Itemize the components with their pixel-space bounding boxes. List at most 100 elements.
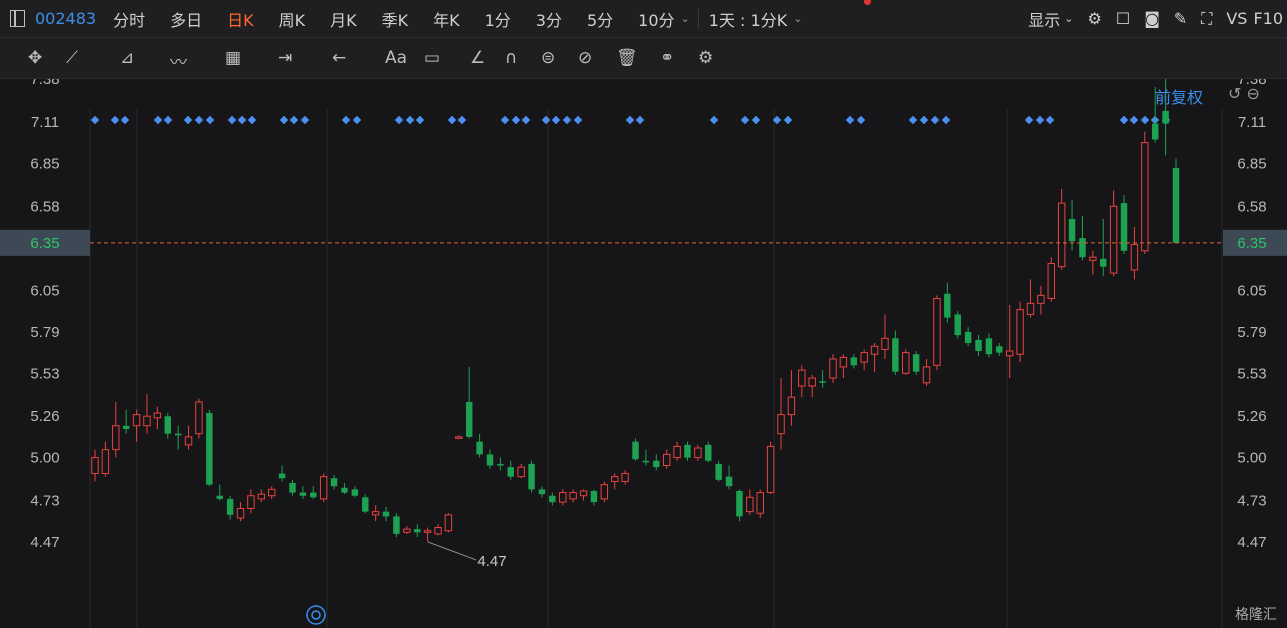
- candle-up: [787, 396, 796, 416]
- tab-fenshi[interactable]: 分时: [113, 7, 145, 31]
- wave-tool-icon[interactable]: 〰: [170, 48, 187, 73]
- candle-down: [1151, 123, 1159, 140]
- candle-down: [393, 516, 400, 534]
- candle-down: [206, 413, 213, 485]
- y-tick-label-left: 7.38: [30, 79, 59, 88]
- candle-down: [382, 511, 390, 517]
- undo-zoom-icons[interactable]: ↺ ⊖: [1228, 84, 1260, 103]
- layout-square-icon[interactable]: ☐: [1116, 9, 1130, 28]
- candle-up: [247, 495, 255, 509]
- tab-5min[interactable]: 5分: [587, 7, 613, 31]
- candle-up: [195, 401, 203, 435]
- candle-down: [216, 495, 223, 499]
- candle-down: [362, 497, 369, 512]
- candle-down: [278, 473, 286, 479]
- candle-up: [839, 356, 848, 368]
- fullscreen-icon[interactable]: ⛶: [1201, 9, 1212, 29]
- candle-down: [289, 483, 296, 493]
- candle-down: [653, 460, 660, 468]
- candle-down: [1079, 238, 1086, 258]
- comment-icon[interactable]: ▭: [424, 48, 440, 68]
- move-cross-icon[interactable]: ✥: [28, 48, 42, 68]
- candle-up: [766, 445, 775, 494]
- candle-up: [1057, 202, 1066, 268]
- y-tick-label-left: 5.53: [30, 365, 59, 382]
- text-tool-icon[interactable]: Aa: [385, 48, 407, 68]
- tab-day-k[interactable]: 日K: [227, 7, 254, 31]
- stock-code[interactable]: 002483: [35, 9, 96, 28]
- candle-down: [351, 489, 359, 496]
- adjust-mode[interactable]: 前复权: [1155, 84, 1203, 108]
- magnet-icon[interactable]: ∩: [505, 48, 517, 68]
- channel-tool-icon[interactable]: ⊿: [120, 48, 134, 68]
- candle-up: [1141, 142, 1149, 252]
- tab-duori[interactable]: 多日: [170, 7, 202, 31]
- trash-icon[interactable]: 🗑: [616, 48, 638, 68]
- arrow-tool-icon[interactable]: ←: [332, 48, 346, 68]
- range-tool-icon[interactable]: ⇥: [278, 48, 292, 68]
- candle-down: [310, 492, 317, 498]
- candle-up: [1130, 243, 1139, 271]
- pencil-icon[interactable]: ✎: [1174, 9, 1187, 28]
- candle-down: [507, 467, 514, 477]
- candle-down: [684, 444, 691, 458]
- lock-icon[interactable]: ⊜: [541, 48, 555, 68]
- candle-down: [341, 487, 348, 493]
- candle-down: [299, 492, 307, 496]
- candle-up: [559, 492, 567, 503]
- candle-up: [870, 345, 879, 355]
- candle-up: [403, 528, 411, 533]
- tab-1min[interactable]: 1分: [485, 7, 511, 31]
- tab-year-k[interactable]: 年K: [433, 7, 460, 31]
- gear-icon[interactable]: ⚙: [1088, 9, 1102, 28]
- candle-up: [132, 414, 141, 427]
- y-tick-label-left: 5.79: [30, 324, 59, 341]
- candle-up: [517, 466, 525, 478]
- candlestick-chart[interactable]: 7.38 7.387.11 7.116.85 6.856.58 6.586.05 6.05…: [0, 79, 1287, 628]
- candle-up: [777, 414, 785, 435]
- y-tick-label-left: 4.47: [30, 534, 59, 551]
- candle-down: [819, 381, 826, 383]
- f10-button[interactable]: F10: [1253, 9, 1283, 28]
- candle-down: [549, 495, 556, 503]
- vs-button[interactable]: VS: [1226, 9, 1247, 28]
- tab-10min[interactable]: 10分: [638, 7, 674, 31]
- y-tick-label-right: 4.73: [1237, 493, 1266, 510]
- tab-month-k[interactable]: 月K: [330, 7, 357, 31]
- candle-up: [1005, 350, 1014, 357]
- chevron-down-icon[interactable]: ⌄: [681, 12, 690, 25]
- candle-up: [579, 490, 588, 497]
- line-tool-icon[interactable]: ⟋: [66, 48, 78, 68]
- overlay-icon[interactable]: ⚭: [660, 48, 674, 68]
- candle-down: [1120, 203, 1128, 251]
- candle-down: [497, 463, 504, 466]
- candle-down: [1100, 258, 1107, 267]
- tab-quarter-k[interactable]: 季K: [382, 7, 409, 31]
- candle-down: [226, 498, 234, 515]
- y-tick-label-right: 5.00: [1237, 450, 1266, 467]
- y-tick-label-left: 7.11: [31, 114, 59, 131]
- y-tick-label-left: 6.05: [30, 283, 59, 300]
- fib-tool-icon[interactable]: ▦: [225, 48, 241, 68]
- candle-up: [902, 352, 910, 374]
- multi-period-select[interactable]: 1天 : 1分K: [709, 7, 787, 31]
- candle-down: [538, 489, 546, 495]
- tab-3min[interactable]: 3分: [536, 7, 562, 31]
- display-menu[interactable]: 显示: [1028, 7, 1060, 31]
- candle-down: [736, 490, 743, 517]
- camera-icon[interactable]: ◙: [1144, 9, 1160, 28]
- settings-icon[interactable]: ⚙: [698, 48, 713, 68]
- tab-week-k[interactable]: 周K: [279, 7, 306, 31]
- hide-icon[interactable]: ⊘: [578, 48, 592, 68]
- sidebar-toggle-icon[interactable]: [10, 10, 25, 27]
- y-tick-label-right: 5.26: [1237, 408, 1266, 425]
- candle-up: [112, 425, 120, 451]
- candle-up: [600, 484, 609, 500]
- candle-up: [319, 476, 328, 500]
- eraser-line-icon[interactable]: ∠: [470, 48, 485, 68]
- chevron-down-icon[interactable]: ⌄: [1064, 12, 1073, 25]
- candle-up: [881, 337, 889, 350]
- candle-down: [330, 478, 338, 487]
- chevron-down-icon[interactable]: ⌄: [793, 12, 802, 25]
- candle-up: [922, 366, 931, 384]
